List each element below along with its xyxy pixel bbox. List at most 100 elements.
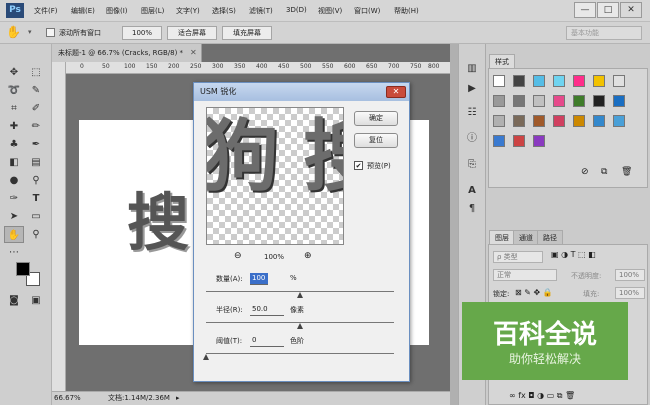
zoom-100-button[interactable]: 100% bbox=[122, 26, 162, 40]
layer-kind-filter[interactable]: ρ 类型 bbox=[493, 251, 543, 263]
amount-input[interactable]: 100 bbox=[250, 273, 268, 285]
clone-stamp-tool-icon[interactable]: ♣ bbox=[4, 136, 24, 153]
menu-file[interactable]: 文件(F) bbox=[34, 6, 58, 16]
pen-tool-icon[interactable]: ✑ bbox=[4, 190, 24, 207]
style-swatch[interactable] bbox=[593, 75, 605, 87]
menu-type[interactable]: 文字(Y) bbox=[176, 6, 200, 16]
tab-close-icon[interactable]: ✕ bbox=[190, 48, 197, 57]
tab-paths[interactable]: 路径 bbox=[537, 230, 563, 244]
brush-tool-icon[interactable]: ✏ bbox=[26, 118, 46, 135]
style-swatch[interactable] bbox=[533, 135, 545, 147]
radius-slider-thumb[interactable] bbox=[297, 323, 303, 329]
fill-screen-button[interactable]: 填充屏幕 bbox=[222, 26, 272, 40]
ok-button[interactable]: 确定 bbox=[354, 111, 398, 126]
menu-edit[interactable]: 编辑(E) bbox=[71, 6, 95, 16]
info-panel-icon[interactable]: ⓘ bbox=[462, 130, 482, 147]
path-select-tool-icon[interactable]: ➤ bbox=[4, 208, 24, 225]
menu-view[interactable]: 视图(V) bbox=[318, 6, 342, 16]
tool-preset-chevron-icon[interactable]: ▾ bbox=[28, 28, 32, 36]
lasso-tool-icon[interactable]: ➰ bbox=[4, 82, 24, 99]
style-swatch[interactable] bbox=[513, 135, 525, 147]
paragraph-panel-icon[interactable]: ¶ bbox=[462, 200, 482, 217]
fill-input[interactable]: 100% bbox=[615, 287, 645, 299]
style-swatch[interactable] bbox=[593, 115, 605, 127]
quick-select-tool-icon[interactable]: ✎ bbox=[26, 82, 46, 99]
history-brush-tool-icon[interactable]: ✒ bbox=[26, 136, 46, 153]
threshold-input[interactable]: 0 bbox=[250, 335, 284, 347]
marquee-tool-icon[interactable]: ⬚ bbox=[26, 64, 46, 81]
dodge-tool-icon[interactable]: ⚲ bbox=[26, 172, 46, 189]
style-swatch[interactable] bbox=[533, 115, 545, 127]
style-swatch[interactable] bbox=[553, 95, 565, 107]
status-zoom[interactable]: 66.67% bbox=[54, 392, 81, 405]
eyedropper-tool-icon[interactable]: ✐ bbox=[26, 100, 46, 117]
menu-help[interactable]: 帮助(H) bbox=[394, 6, 419, 16]
rectangle-tool-icon[interactable]: ▭ bbox=[26, 208, 46, 225]
preview-checkbox[interactable]: ✔ bbox=[354, 161, 363, 170]
lock-icons[interactable]: ⊠ ✎ ✥ 🔒 bbox=[515, 288, 553, 297]
tab-styles[interactable]: 样式 bbox=[489, 54, 515, 68]
minimize-button[interactable]: — bbox=[574, 2, 596, 18]
history-panel-icon[interactable]: ▥ bbox=[462, 60, 482, 77]
style-swatch[interactable] bbox=[513, 115, 525, 127]
menu-filter[interactable]: 滤镜(T) bbox=[249, 6, 273, 16]
gradient-tool-icon[interactable]: ▤ bbox=[26, 154, 46, 171]
document-tab[interactable]: 未标题-1 @ 66.7% (Cracks, RGB/8) * bbox=[52, 44, 202, 62]
tab-layers[interactable]: 图层 bbox=[489, 230, 515, 244]
style-swatch[interactable] bbox=[493, 95, 505, 107]
style-swatch[interactable] bbox=[593, 95, 605, 107]
more-tools-icon[interactable]: ⋯ bbox=[4, 244, 24, 261]
zoom-out-icon[interactable]: ⊖ bbox=[234, 251, 242, 261]
clone-source-panel-icon[interactable]: ⎘ bbox=[462, 156, 482, 173]
actions-panel-icon[interactable]: ▶ bbox=[462, 80, 482, 97]
hand-tool-active-icon[interactable]: ✋ bbox=[4, 226, 24, 243]
properties-panel-icon[interactable]: ☷ bbox=[462, 104, 482, 121]
filter-preview[interactable]: 狗 搜 bbox=[206, 107, 344, 245]
style-swatch[interactable] bbox=[533, 95, 545, 107]
style-swatch[interactable] bbox=[493, 115, 505, 127]
blur-tool-icon[interactable]: ● bbox=[4, 172, 24, 189]
style-swatch[interactable] bbox=[493, 75, 505, 87]
style-swatch[interactable] bbox=[613, 95, 625, 107]
style-swatch[interactable] bbox=[573, 75, 585, 87]
tab-channels[interactable]: 通道 bbox=[513, 230, 539, 244]
style-swatch[interactable] bbox=[553, 115, 565, 127]
layer-bottom-icons[interactable]: ∞ fx ◘ ◑ ▭ ⧉ 🗑 bbox=[509, 391, 575, 401]
type-tool-icon[interactable]: T bbox=[26, 190, 46, 207]
menu-layer[interactable]: 图层(L) bbox=[141, 6, 164, 16]
style-swatch[interactable] bbox=[553, 75, 565, 87]
workspace-select[interactable]: 基本功能 bbox=[566, 26, 642, 40]
character-panel-icon[interactable]: A bbox=[462, 182, 482, 199]
style-swatch[interactable] bbox=[513, 75, 525, 87]
amount-slider-thumb[interactable] bbox=[297, 292, 303, 298]
eraser-tool-icon[interactable]: ◧ bbox=[4, 154, 24, 171]
status-arrow-icon[interactable]: ▸ bbox=[176, 392, 180, 405]
menu-3d[interactable]: 3D(D) bbox=[286, 6, 307, 14]
scroll-all-checkbox[interactable] bbox=[46, 28, 55, 37]
screen-mode-icon[interactable]: ▣ bbox=[26, 292, 46, 309]
foreground-color-swatch[interactable] bbox=[16, 262, 30, 276]
dialog-close-button[interactable]: ✕ bbox=[386, 86, 406, 98]
style-swatch[interactable] bbox=[613, 115, 625, 127]
style-swatch[interactable] bbox=[493, 135, 505, 147]
style-swatch[interactable] bbox=[573, 115, 585, 127]
move-tool-icon[interactable]: ✥ bbox=[4, 64, 24, 81]
fit-screen-button[interactable]: 适合屏幕 bbox=[167, 26, 217, 40]
blend-mode-select[interactable]: 正常 bbox=[493, 269, 557, 281]
reset-button[interactable]: 复位 bbox=[354, 133, 398, 148]
menu-select[interactable]: 选择(S) bbox=[212, 6, 236, 16]
clear-style-icon[interactable]: ⊘ bbox=[581, 167, 589, 177]
radius-input[interactable]: 50.0 bbox=[250, 304, 284, 316]
threshold-slider-thumb[interactable] bbox=[203, 354, 209, 360]
close-button[interactable]: ✕ bbox=[620, 2, 642, 18]
quick-mask-icon[interactable]: ◙ bbox=[4, 292, 24, 309]
style-swatch[interactable] bbox=[513, 95, 525, 107]
delete-style-icon[interactable]: 🗑 bbox=[621, 167, 632, 177]
menu-image[interactable]: 图像(I) bbox=[106, 6, 128, 16]
menu-window[interactable]: 窗口(W) bbox=[354, 6, 380, 16]
layer-filter-icons[interactable]: ▣ ◑ T ⬚ ◧ bbox=[551, 250, 596, 259]
healing-brush-tool-icon[interactable]: ✚ bbox=[4, 118, 24, 135]
crop-tool-icon[interactable]: ⌗ bbox=[4, 100, 24, 117]
style-swatch[interactable] bbox=[533, 75, 545, 87]
opacity-input[interactable]: 100% bbox=[615, 269, 645, 281]
